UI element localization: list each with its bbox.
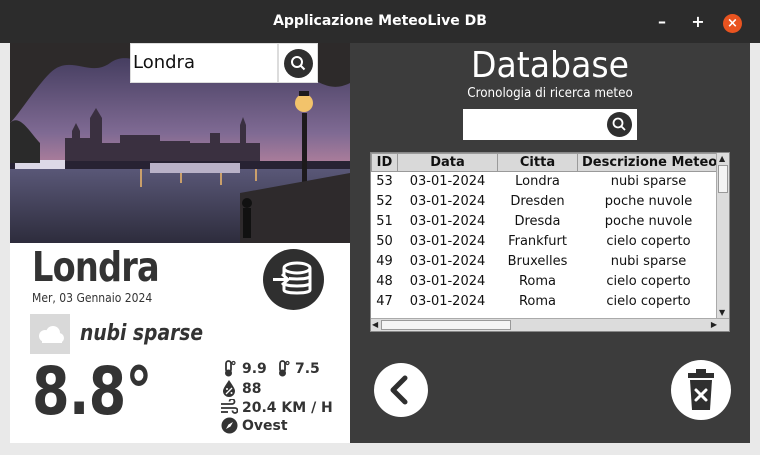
current-temperature: 8.8° (32, 353, 152, 430)
cloud-icon (39, 326, 64, 343)
thermometer-icon (279, 360, 290, 377)
cell-id: 48 (376, 274, 393, 289)
table-row[interactable]: 53 03-01-2024 Londra nubi sparse (372, 172, 720, 192)
delete-history-button[interactable] (671, 360, 731, 420)
history-grid: ID Data Citta Descrizione Meteo 53 03-01… (371, 153, 720, 312)
cell-date: 03-01-2024 (409, 294, 486, 309)
database-import-icon (273, 261, 312, 295)
cell-date: 03-01-2024 (409, 254, 486, 269)
city-search-input[interactable]: Londra (130, 43, 278, 83)
table-row[interactable]: 50 03-01-2024 Frankfurt cielo coperto (372, 232, 720, 252)
open-database-button[interactable] (263, 249, 324, 310)
cell-description: poche nuvole (604, 194, 693, 209)
compass-icon (221, 417, 238, 434)
cell-date: 03-01-2024 (409, 194, 486, 209)
cell-description: nubi sparse (610, 254, 687, 269)
database-panel: Database Cronologia di ricerca meteo ID … (350, 43, 750, 443)
database-search-button[interactable] (607, 112, 632, 137)
temp-min: 7.5 (295, 361, 320, 377)
table-header-row: ID Data Citta Descrizione Meteo (371, 153, 720, 172)
cell-description: cielo coperto (606, 274, 691, 289)
table-row[interactable]: 48 03-01-2024 Roma cielo coperto (372, 272, 720, 292)
table-row[interactable]: 47 03-01-2024 Roma cielo coperto (372, 292, 720, 312)
window-title: Applicazione MeteoLive DB (273, 13, 487, 29)
maximize-button[interactable]: + (688, 12, 708, 32)
humidity-icon (223, 380, 235, 397)
cell-id: 47 (376, 294, 393, 309)
cell-id: 52 (376, 194, 393, 209)
cell-description: poche nuvole (604, 214, 693, 229)
vertical-scroll-thumb[interactable] (718, 165, 728, 193)
column-id[interactable]: ID (371, 153, 398, 172)
title-bar: Applicazione MeteoLive DB – + × (0, 0, 760, 43)
minimize-button[interactable]: – (652, 12, 672, 32)
current-date: Mer, 03 Gennaio 2024 (32, 291, 153, 305)
cell-date: 03-01-2024 (409, 214, 486, 229)
cell-date: 03-01-2024 (409, 274, 486, 289)
column-citta[interactable]: Citta (497, 153, 578, 172)
back-button[interactable] (374, 363, 428, 417)
condition-image (30, 314, 70, 354)
cell-city: Bruxelles (507, 254, 568, 269)
table-row[interactable]: 51 03-01-2024 Dresda poche nuvole (372, 212, 720, 232)
scroll-down-icon[interactable]: ▼ (719, 308, 725, 318)
weather-panel: Londra Londra Mer, 03 Gennaio 2024 nubi … (10, 43, 350, 443)
database-title: Database (470, 45, 630, 86)
cell-city: Roma (518, 274, 557, 289)
cell-id: 53 (376, 174, 393, 190)
chevron-left-icon (390, 375, 408, 405)
cell-description: nubi sparse (610, 174, 687, 190)
scroll-up-icon[interactable]: ▲ (719, 154, 725, 164)
column-data[interactable]: Data (397, 153, 498, 172)
cell-city: Roma (518, 294, 557, 309)
temp-max: 9.9 (242, 361, 267, 377)
cell-id: 51 (376, 214, 393, 229)
wind-icon (221, 399, 238, 414)
cell-description: cielo coperto (606, 294, 691, 309)
cell-date: 03-01-2024 (409, 174, 486, 190)
cell-city: Londra (515, 174, 560, 190)
city-name: Londra (32, 243, 160, 291)
cell-city: Dresda (514, 214, 561, 229)
column-descrizione[interactable]: Descrizione Meteo (577, 153, 720, 172)
scroll-right-icon[interactable]: ▶ (711, 320, 717, 330)
humidity-value: 88 (242, 381, 262, 397)
thermometer-icon (225, 360, 236, 377)
wind-speed: 20.4 KM / H (242, 400, 333, 416)
vertical-scrollbar[interactable]: ▲ ▼ (716, 153, 729, 319)
close-button[interactable]: × (723, 14, 742, 33)
cell-city: Frankfurt (508, 234, 567, 249)
cell-id: 50 (376, 234, 393, 249)
database-subtitle: Cronologia di ricerca meteo (467, 86, 633, 101)
table-row[interactable]: 52 03-01-2024 Dresden poche nuvole (372, 192, 720, 212)
search-icon (291, 56, 306, 71)
cell-description: cielo coperto (606, 234, 691, 249)
search-icon (612, 117, 626, 131)
table-row[interactable]: 49 03-01-2024 Bruxelles nubi sparse (372, 252, 720, 272)
cell-id: 49 (376, 254, 393, 269)
condition-description: nubi sparse (80, 321, 204, 346)
city-search-button[interactable] (278, 43, 318, 83)
history-table: ID Data Citta Descrizione Meteo 53 03-01… (370, 152, 730, 332)
horizontal-scrollbar[interactable]: ◀ ▶ (371, 318, 729, 331)
horizontal-scroll-thumb[interactable] (381, 320, 511, 330)
wind-direction: Ovest (242, 418, 288, 434)
trash-icon (688, 369, 714, 410)
scroll-left-icon[interactable]: ◀ (372, 320, 378, 330)
cell-city: Dresden (510, 194, 565, 209)
cell-date: 03-01-2024 (409, 234, 486, 249)
